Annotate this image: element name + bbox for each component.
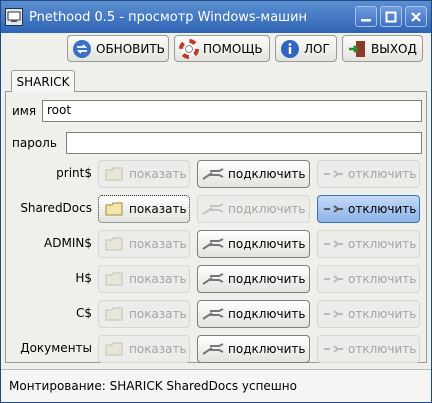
folder-icon	[103, 340, 125, 358]
folder-icon	[103, 270, 125, 288]
lifebuoy-icon	[179, 38, 199, 59]
status-bar: Монтирование: SHARICK SharedDocs успешно	[1, 369, 431, 402]
toolbar: ОБНОВИТЬ ПОМОЩЬ ЛОГ ВЫХОД	[1, 35, 431, 63]
show-label: показать	[129, 237, 187, 251]
disconnect-button[interactable]: отключить	[317, 300, 420, 328]
share-label: Документы	[20, 341, 92, 355]
show-button[interactable]: показать	[98, 335, 190, 363]
exit-icon	[347, 39, 367, 59]
disconnect-button[interactable]: отключить	[317, 230, 420, 258]
plug-icon	[202, 305, 224, 323]
disconnect-label: отключить	[348, 342, 417, 356]
help-button[interactable]: ПОМОЩЬ	[174, 35, 270, 62]
folder-icon	[103, 165, 125, 183]
minimize-button[interactable]	[355, 6, 377, 27]
close-button[interactable]	[405, 6, 427, 27]
maximize-icon	[385, 11, 397, 22]
unplug-icon	[322, 165, 344, 183]
disconnect-label: отключить	[348, 202, 417, 216]
connect-button[interactable]: подключить	[197, 230, 310, 258]
connect-button[interactable]: подключить	[197, 195, 310, 223]
folder-icon	[103, 235, 125, 253]
disconnect-label: отключить	[348, 307, 417, 321]
show-button[interactable]: показать	[98, 195, 190, 223]
info-icon	[280, 39, 300, 59]
show-button[interactable]: показать	[98, 265, 190, 293]
password-label: пароль	[12, 136, 57, 150]
plug-icon	[202, 270, 224, 288]
folder-icon	[103, 200, 125, 218]
maximize-button[interactable]	[380, 6, 402, 27]
connect-button[interactable]: подключить	[197, 160, 310, 188]
disconnect-label: отключить	[348, 272, 417, 286]
show-label: показать	[129, 167, 187, 181]
connect-button[interactable]: подключить	[197, 300, 310, 328]
connect-label: подключить	[228, 307, 306, 321]
exit-button[interactable]: ВЫХОД	[342, 35, 423, 62]
connect-label: подключить	[228, 202, 306, 216]
connect-button[interactable]: подключить	[197, 265, 310, 293]
tab-panel: имя root пароль print$ показать подключи…	[5, 91, 427, 363]
disconnect-button[interactable]: отключить	[317, 195, 420, 223]
exit-label: ВЫХОД	[371, 41, 417, 56]
unplug-icon	[322, 305, 344, 323]
show-button[interactable]: показать	[98, 300, 190, 328]
disconnect-label: отключить	[348, 167, 417, 181]
disconnect-label: отключить	[348, 237, 417, 251]
share-label: ADMIN$	[44, 236, 92, 250]
show-label: показать	[129, 202, 187, 216]
share-label: print$	[56, 166, 92, 180]
minimize-icon	[361, 18, 371, 21]
plug-icon	[202, 235, 224, 253]
tab-sharick[interactable]: SHARICK	[11, 70, 75, 92]
share-label: SharedDocs	[20, 201, 92, 215]
unplug-icon	[322, 270, 344, 288]
show-label: показать	[129, 307, 187, 321]
plug-icon	[202, 340, 224, 358]
connect-label: подключить	[228, 342, 306, 356]
connect-label: подключить	[228, 167, 306, 181]
connect-button[interactable]: подключить	[197, 335, 310, 363]
connect-label: подключить	[228, 237, 306, 251]
show-label: показать	[129, 272, 187, 286]
folder-icon	[103, 305, 125, 323]
unplug-icon	[322, 340, 344, 358]
refresh-button[interactable]: ОБНОВИТЬ	[67, 35, 169, 62]
close-icon	[411, 11, 421, 22]
unplug-icon	[322, 235, 344, 253]
window-controls	[355, 6, 427, 27]
title-bar[interactable]: Pnethood 0.5 - просмотр Windows-машин	[1, 1, 431, 33]
disconnect-button[interactable]: отключить	[317, 265, 420, 293]
plug-icon	[202, 165, 224, 183]
show-button[interactable]: показать	[98, 160, 190, 188]
app-window: Pnethood 0.5 - просмотр Windows-машин ОБ…	[0, 0, 432, 403]
password-field[interactable]	[66, 132, 422, 154]
app-icon[interactable]	[5, 8, 23, 26]
share-label: C$	[75, 306, 92, 320]
log-label: ЛОГ	[304, 41, 330, 56]
disconnect-button[interactable]: отключить	[317, 160, 420, 188]
name-label: имя	[12, 104, 37, 118]
connect-label: подключить	[228, 272, 306, 286]
refresh-icon	[72, 39, 92, 59]
plug-icon	[202, 200, 224, 218]
unplug-icon	[322, 200, 344, 218]
help-label: ПОМОЩЬ	[203, 41, 263, 56]
share-label: H$	[75, 271, 92, 285]
disconnect-button[interactable]: отключить	[317, 335, 420, 363]
refresh-label: ОБНОВИТЬ	[96, 41, 165, 56]
name-field[interactable]: root	[42, 100, 422, 122]
show-label: показать	[129, 342, 187, 356]
window-title: Pnethood 0.5 - просмотр Windows-машин	[29, 9, 308, 25]
show-button[interactable]: показать	[98, 230, 190, 258]
log-button[interactable]: ЛОГ	[275, 35, 337, 62]
